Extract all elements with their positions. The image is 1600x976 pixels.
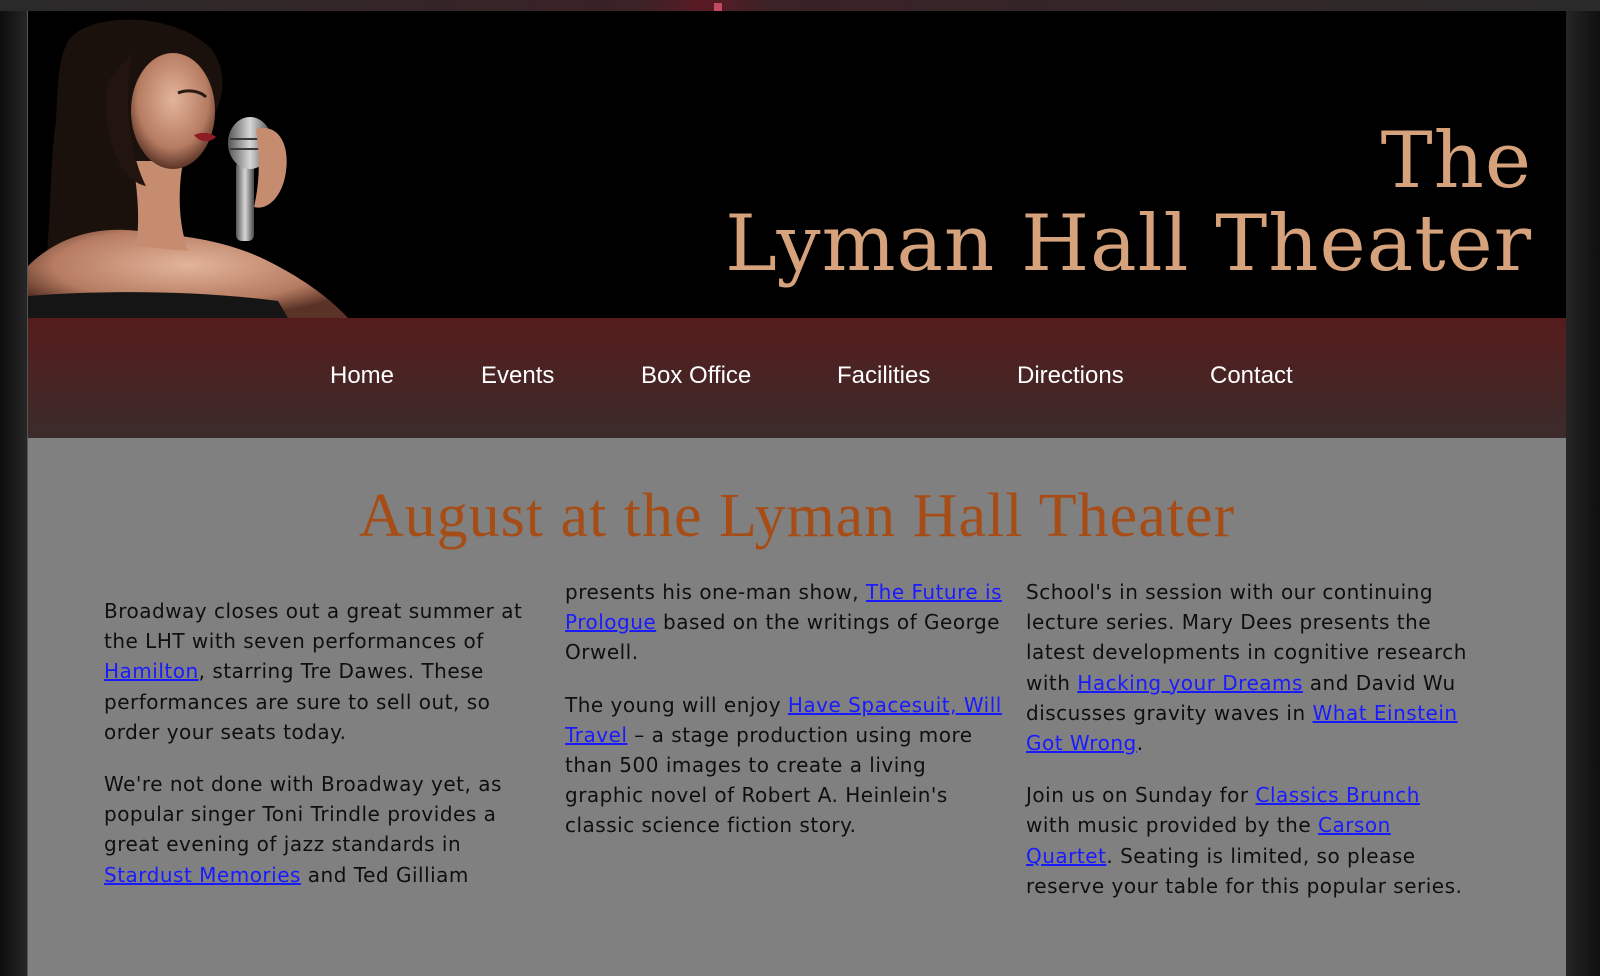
- browser-backdrop-right: [1565, 0, 1600, 976]
- paragraph-jazz: We're not done with Broadway yet, as pop…: [104, 769, 544, 890]
- text: Broadway closes out a great summer at th…: [104, 599, 523, 654]
- paragraph-broadway: Broadway closes out a great summer at th…: [104, 596, 544, 747]
- nav-facilities[interactable]: Facilities: [837, 362, 930, 390]
- nav-box-office[interactable]: Box Office: [641, 362, 751, 390]
- text: .: [1136, 731, 1144, 756]
- text: presents his one-man show,: [565, 580, 866, 604]
- text: – a stage production using more than 500…: [565, 722, 973, 838]
- content-column-1: Broadway closes out a great summer at th…: [104, 596, 544, 912]
- nav-home[interactable]: Home: [330, 362, 394, 390]
- link-hacking-your-dreams[interactable]: Hacking your Dreams: [1077, 671, 1303, 695]
- content-column-3: School's in session with our continuing …: [1026, 577, 1471, 923]
- site-title-line2: Lyman Hall Theater: [725, 199, 1532, 289]
- text: The young will enjoy: [565, 692, 788, 717]
- paragraph-one-man-show: presents his one-man show, The Future is…: [565, 577, 1005, 668]
- page-headline: August at the Lyman Hall Theater: [358, 482, 1236, 550]
- browser-backdrop-left: [0, 0, 27, 976]
- page-container: The Lyman Hall Theater Home Events Box O…: [27, 11, 1566, 976]
- paragraph-lecture-series: School's in session with our continuing …: [1026, 577, 1471, 758]
- link-hamilton[interactable]: Hamilton: [104, 659, 199, 683]
- site-title: The Lyman Hall Theater: [725, 121, 1532, 287]
- top-edge-strip: [0, 0, 1600, 11]
- main-nav: Home Events Box Office Facilities Direct…: [28, 318, 1566, 438]
- text: with music provided by the: [1026, 813, 1319, 838]
- nav-contact[interactable]: Contact: [1210, 362, 1293, 390]
- link-stardust-memories[interactable]: Stardust Memories: [104, 863, 301, 887]
- singer-photo: [28, 19, 348, 318]
- top-strip-marker: [714, 3, 722, 11]
- paragraph-classics-brunch: Join us on Sunday for Classics Brunch wi…: [1026, 780, 1471, 901]
- paragraph-spacesuit: The young will enjoy Have Spacesuit, Wil…: [565, 690, 1005, 841]
- site-header-banner: The Lyman Hall Theater: [28, 11, 1566, 318]
- content-column-2: presents his one-man show, The Future is…: [565, 577, 1005, 863]
- text: We're not done with Broadway yet, as pop…: [104, 772, 502, 857]
- text: and Ted Gilliam: [300, 862, 469, 887]
- nav-directions[interactable]: Directions: [1017, 362, 1124, 390]
- site-title-line1: The: [1380, 116, 1532, 206]
- link-classics-brunch[interactable]: Classics Brunch: [1256, 783, 1420, 807]
- text: Join us on Sunday for: [1026, 783, 1256, 808]
- nav-events[interactable]: Events: [481, 362, 554, 390]
